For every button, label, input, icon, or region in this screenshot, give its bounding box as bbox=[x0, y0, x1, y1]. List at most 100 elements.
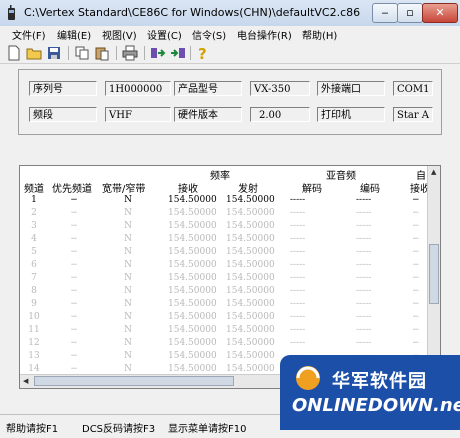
channel-number-cell[interactable]: 3 bbox=[20, 221, 48, 231]
last-column-cell[interactable]: − bbox=[412, 312, 420, 322]
transmit-frequency-cell[interactable]: 154.50000 bbox=[226, 325, 275, 335]
priority-cell[interactable]: − bbox=[64, 338, 84, 348]
receive-frequency-cell[interactable]: 154.50000 bbox=[168, 234, 217, 244]
decode-cell[interactable]: ----- bbox=[290, 247, 305, 257]
encode-cell[interactable]: ----- bbox=[356, 299, 371, 309]
bandwidth-cell[interactable]: N bbox=[118, 208, 138, 218]
last-column-cell[interactable]: − bbox=[412, 273, 420, 283]
encode-cell[interactable]: ----- bbox=[356, 221, 371, 231]
encode-cell[interactable]: ----- bbox=[356, 195, 371, 205]
write-radio-icon[interactable] bbox=[170, 45, 186, 61]
encode-cell[interactable]: ----- bbox=[356, 286, 371, 296]
minimize-button[interactable]: ‒ bbox=[372, 3, 398, 23]
last-column-cell[interactable]: − bbox=[412, 299, 420, 309]
bandwidth-cell[interactable]: N bbox=[118, 221, 138, 231]
bandwidth-cell[interactable]: N bbox=[118, 260, 138, 270]
bandwidth-cell[interactable]: N bbox=[118, 312, 138, 322]
decode-cell[interactable]: ----- bbox=[290, 221, 305, 231]
bandwidth-cell[interactable]: N bbox=[118, 195, 138, 205]
menu-radio-operations[interactable]: 电台操作(R) bbox=[237, 27, 292, 42]
receive-frequency-cell[interactable]: 154.50000 bbox=[168, 221, 217, 231]
transmit-frequency-cell[interactable]: 154.50000 bbox=[226, 234, 275, 244]
channel-number-cell[interactable]: 7 bbox=[20, 273, 48, 283]
bandwidth-cell[interactable]: N bbox=[118, 273, 138, 283]
receive-frequency-cell[interactable]: 154.50000 bbox=[168, 325, 217, 335]
menu-settings[interactable]: 设置(C) bbox=[147, 27, 182, 42]
transmit-frequency-cell[interactable]: 154.50000 bbox=[226, 273, 275, 283]
decode-cell[interactable]: ----- bbox=[290, 208, 305, 218]
new-file-icon[interactable] bbox=[6, 45, 22, 61]
decode-cell[interactable]: ----- bbox=[290, 260, 305, 270]
table-row[interactable]: 7 − N 154.50000 154.50000 ----- ----- − bbox=[20, 273, 426, 286]
encode-cell[interactable]: ----- bbox=[356, 247, 371, 257]
print-icon[interactable] bbox=[122, 45, 138, 61]
header-bandwidth[interactable]: 宽带/窄带 bbox=[102, 180, 145, 195]
encode-cell[interactable]: ----- bbox=[356, 312, 371, 322]
help-icon[interactable]: ? bbox=[194, 45, 210, 61]
vertical-scroll-thumb[interactable] bbox=[429, 244, 439, 304]
copy-icon[interactable] bbox=[74, 45, 90, 61]
channel-number-cell[interactable]: 2 bbox=[20, 208, 48, 218]
priority-cell[interactable]: − bbox=[64, 312, 84, 322]
receive-frequency-cell[interactable]: 154.50000 bbox=[168, 312, 217, 322]
channel-number-cell[interactable]: 9 bbox=[20, 299, 48, 309]
header-priority[interactable]: 优先频道 bbox=[52, 180, 92, 195]
transmit-frequency-cell[interactable]: 154.50000 bbox=[226, 351, 275, 361]
transmit-frequency-cell[interactable]: 154.50000 bbox=[226, 299, 275, 309]
vertical-scrollbar[interactable]: ▲ ▼ bbox=[427, 166, 440, 374]
channel-number-cell[interactable]: 13 bbox=[20, 351, 48, 361]
priority-cell[interactable]: − bbox=[64, 208, 84, 218]
receive-frequency-cell[interactable]: 154.50000 bbox=[168, 195, 217, 205]
table-row[interactable]: 11 − N 154.50000 154.50000 ----- ----- − bbox=[20, 325, 426, 338]
scroll-up-icon[interactable]: ▲ bbox=[431, 168, 436, 176]
menu-help[interactable]: 帮助(H) bbox=[302, 27, 337, 42]
menu-view[interactable]: 视图(V) bbox=[102, 27, 137, 42]
menu-edit[interactable]: 编辑(E) bbox=[57, 27, 91, 42]
table-row[interactable]: 4 − N 154.50000 154.50000 ----- ----- − bbox=[20, 234, 426, 247]
channel-number-cell[interactable]: 14 bbox=[20, 364, 48, 374]
transmit-frequency-cell[interactable]: 154.50000 bbox=[226, 221, 275, 231]
table-row[interactable]: 2 − N 154.50000 154.50000 ----- ----- − bbox=[20, 208, 426, 221]
save-icon[interactable] bbox=[46, 45, 62, 61]
last-column-cell[interactable]: − bbox=[412, 325, 420, 335]
transmit-frequency-cell[interactable]: 154.50000 bbox=[226, 338, 275, 348]
last-column-cell[interactable]: − bbox=[412, 260, 420, 270]
transmit-frequency-cell[interactable]: 154.50000 bbox=[226, 260, 275, 270]
bandwidth-cell[interactable]: N bbox=[118, 247, 138, 257]
channel-number-cell[interactable]: 1 bbox=[20, 195, 48, 205]
header-decode[interactable]: 解码 bbox=[302, 180, 322, 195]
decode-cell[interactable]: ----- bbox=[290, 273, 305, 283]
priority-cell[interactable]: − bbox=[64, 273, 84, 283]
priority-cell[interactable]: − bbox=[64, 247, 84, 257]
channel-number-cell[interactable]: 6 bbox=[20, 260, 48, 270]
priority-cell[interactable]: − bbox=[64, 325, 84, 335]
menu-signaling[interactable]: 信令(S) bbox=[192, 27, 226, 42]
transmit-frequency-cell[interactable]: 154.50000 bbox=[226, 247, 275, 257]
last-column-cell[interactable]: − bbox=[412, 221, 420, 231]
table-row[interactable]: 3 − N 154.50000 154.50000 ----- ----- − bbox=[20, 221, 426, 234]
receive-frequency-cell[interactable]: 154.50000 bbox=[168, 338, 217, 348]
receive-frequency-cell[interactable]: 154.50000 bbox=[168, 364, 217, 374]
paste-icon[interactable] bbox=[94, 45, 110, 61]
last-column-cell[interactable]: − bbox=[412, 195, 420, 205]
transmit-frequency-cell[interactable]: 154.50000 bbox=[226, 208, 275, 218]
last-column-cell[interactable]: − bbox=[412, 286, 420, 296]
receive-frequency-cell[interactable]: 154.50000 bbox=[168, 299, 217, 309]
bandwidth-cell[interactable]: N bbox=[118, 338, 138, 348]
decode-cell[interactable]: ----- bbox=[290, 312, 305, 322]
transmit-frequency-cell[interactable]: 154.50000 bbox=[226, 364, 275, 374]
priority-cell[interactable]: − bbox=[64, 234, 84, 244]
close-button[interactable]: ✕ bbox=[422, 3, 458, 23]
channel-number-cell[interactable]: 5 bbox=[20, 247, 48, 257]
decode-cell[interactable]: ----- bbox=[290, 234, 305, 244]
bandwidth-cell[interactable]: N bbox=[118, 299, 138, 309]
channel-number-cell[interactable]: 12 bbox=[20, 338, 48, 348]
receive-frequency-cell[interactable]: 154.50000 bbox=[168, 351, 217, 361]
encode-cell[interactable]: ----- bbox=[356, 338, 371, 348]
header-receive[interactable]: 接收 bbox=[178, 180, 198, 195]
table-row[interactable]: 9 − N 154.50000 154.50000 ----- ----- − bbox=[20, 299, 426, 312]
priority-cell[interactable]: − bbox=[64, 299, 84, 309]
transmit-frequency-cell[interactable]: 154.50000 bbox=[226, 312, 275, 322]
bandwidth-cell[interactable]: N bbox=[118, 325, 138, 335]
table-row[interactable]: 1 − N 154.50000 154.50000 ----- ----- − bbox=[20, 195, 426, 208]
